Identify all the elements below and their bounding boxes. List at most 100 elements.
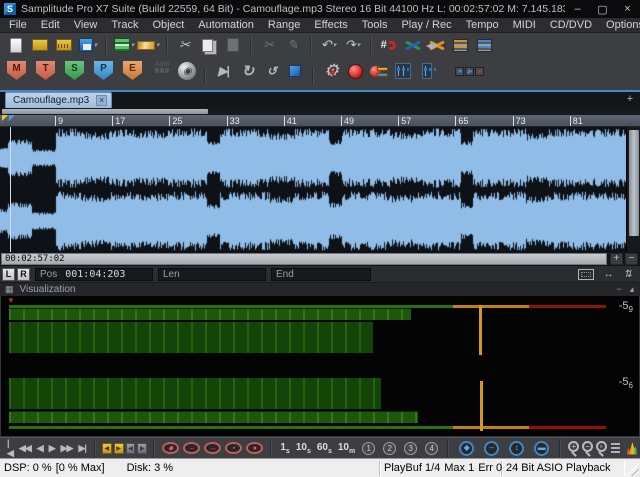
cut-button[interactable]: ✂ xyxy=(174,35,196,55)
copy-button[interactable] xyxy=(198,35,220,55)
snap-toggle-button[interactable]: # xyxy=(378,35,400,55)
vertical-scrollbar[interactable] xyxy=(626,127,640,252)
record-button[interactable] xyxy=(344,61,366,81)
tab-camouflage[interactable]: Camouflage.mp3 × xyxy=(5,92,112,108)
panel-collapse-icon[interactable]: ▴ xyxy=(629,284,634,295)
menu-item-tools[interactable]: Tools xyxy=(355,18,395,32)
vertical-zoom-3-button[interactable]: ↕ xyxy=(509,441,524,456)
fit-to-screen-icon[interactable] xyxy=(578,269,594,280)
tab-close-icon[interactable]: × xyxy=(96,95,107,106)
object-mode-button[interactable]: ▾ xyxy=(137,35,160,55)
rewind-button[interactable]: ◀◀ xyxy=(19,443,31,454)
zoom-snapshot-1-button[interactable]: 1 xyxy=(362,442,375,455)
view-mode-5-button[interactable]: ● xyxy=(246,442,263,454)
track-manager-button[interactable]: ▾ xyxy=(113,35,135,55)
view-mode-2-button[interactable]: – xyxy=(183,442,200,454)
menu-item-view[interactable]: View xyxy=(67,18,105,32)
menu-item-edit[interactable]: Edit xyxy=(34,18,67,32)
zoom-list-button[interactable] xyxy=(611,443,619,454)
menu-item-options[interactable]: Options xyxy=(599,18,640,32)
save-dropdown-icon[interactable]: ▾ xyxy=(94,41,98,49)
record-options-button[interactable]: ⚙ xyxy=(320,61,342,81)
redo-button[interactable]: ↷▾ xyxy=(342,35,364,55)
redo-dropdown-icon[interactable]: ▾ xyxy=(357,41,361,49)
new-project-button[interactable] xyxy=(5,35,27,55)
go-start-button[interactable]: |◀ xyxy=(7,438,13,459)
load-audio-button[interactable] xyxy=(53,35,75,55)
menu-item-file[interactable]: File xyxy=(2,18,34,32)
prev-object-button[interactable]: ◀ xyxy=(126,443,136,454)
zoom-preset-60s-button[interactable]: 60s xyxy=(317,442,332,455)
vertical-zoom-4-button[interactable]: ▬ xyxy=(534,441,549,456)
step-back-button[interactable]: ◀ xyxy=(37,443,43,454)
vertical-scrollbar-thumb[interactable] xyxy=(629,130,639,236)
open-project-button[interactable] xyxy=(29,35,51,55)
add-tab-button[interactable]: + xyxy=(624,93,636,105)
horizontal-fit-icon[interactable]: ↔ xyxy=(604,269,614,280)
object-editor-button[interactable] xyxy=(284,61,306,81)
prev-marker-button[interactable]: ◀ xyxy=(102,443,112,454)
draw-button[interactable]: ✎ xyxy=(282,35,304,55)
right-locator-button[interactable]: R xyxy=(17,268,30,281)
horizontal-scrollbar[interactable]: 00:02:57:02 + − xyxy=(0,252,640,266)
maximize-button[interactable]: ▢ xyxy=(590,0,615,18)
zoom-snapshot-4-button[interactable]: 4 xyxy=(425,442,438,455)
play-once-button[interactable]: ▶| xyxy=(212,61,234,81)
menu-item-effects[interactable]: Effects xyxy=(307,18,354,32)
fast-forward-button[interactable]: ▶▶ xyxy=(61,443,73,454)
length-field[interactable]: Len xyxy=(158,268,266,281)
next-marker-button[interactable]: ▶ xyxy=(114,443,124,454)
automation-button[interactable]: Auto xyxy=(155,61,169,73)
object-dropdown-icon[interactable]: ▾ xyxy=(156,41,160,49)
view-mode-1-button[interactable]: ◆ xyxy=(162,442,179,454)
mini-play-button[interactable]: ▶ xyxy=(465,67,474,76)
zoom-preset-1s-button[interactable]: 1s xyxy=(280,442,289,455)
meter-filter-icon[interactable]: ▼ xyxy=(7,296,15,305)
overview-scrollbar[interactable] xyxy=(0,108,640,115)
undo-dropdown-icon[interactable]: ▾ xyxy=(333,41,337,49)
zoom-preset-10s-button[interactable]: 10s xyxy=(296,442,311,455)
track-dropdown-icon[interactable]: ▾ xyxy=(131,41,135,49)
loop-playback-button[interactable]: ↻ xyxy=(236,61,258,81)
zoom-snapshot-2-button[interactable]: 2 xyxy=(383,442,396,455)
menu-item-midi[interactable]: MIDI xyxy=(506,18,543,32)
menu-item-tempo[interactable]: Tempo xyxy=(459,18,506,32)
left-locator-button[interactable]: L xyxy=(2,268,15,281)
vertical-fit-icon[interactable]: ⇅ xyxy=(624,269,632,280)
arranger-wave-area[interactable] xyxy=(0,127,640,252)
overview-thumb[interactable] xyxy=(2,109,208,114)
waveform-zoom-out-button[interactable]: − xyxy=(582,440,592,456)
horizontal-scrollbar-thumb[interactable]: 00:02:57:02 xyxy=(1,253,607,265)
play-badge-button[interactable]: P xyxy=(94,61,113,80)
resize-grip[interactable] xyxy=(626,463,639,476)
position-field[interactable]: Pos 001:04:203 xyxy=(35,268,153,281)
paste-button[interactable] xyxy=(222,35,244,55)
menu-item-range[interactable]: Range xyxy=(261,18,307,32)
vertical-zoom-2-button[interactable]: – xyxy=(484,441,499,456)
track-badge-button[interactable]: T xyxy=(36,61,55,80)
mini-record-button[interactable]: ● xyxy=(475,67,484,76)
step-forward-button[interactable]: ▶ xyxy=(49,443,55,454)
crossfade-editor-button[interactable] xyxy=(402,35,424,55)
view-mode-3-button[interactable]: ↔ xyxy=(204,442,221,454)
mini-stop-button[interactable]: ■ xyxy=(455,67,464,76)
view-mode-4-button[interactable]: ▪ xyxy=(225,442,242,454)
mixer-button[interactable] xyxy=(392,61,414,81)
panel-minimize-icon[interactable]: − xyxy=(616,284,621,295)
zoom-preset-10m-button[interactable]: 10m xyxy=(338,442,355,455)
solo-badge-button[interactable]: S xyxy=(65,61,84,80)
group-button[interactable]: ◉ xyxy=(176,61,198,81)
time-ruler[interactable]: 9172533414957657381 xyxy=(0,115,640,127)
spectral-view-button[interactable] xyxy=(627,442,637,455)
loop-range-button[interactable]: ↺ xyxy=(260,61,282,81)
waveform-zoom-range-button[interactable]: ▫ xyxy=(596,440,606,456)
marker-flag-yellow-icon[interactable] xyxy=(2,115,8,121)
visualization-header[interactable]: ▦ Visualization − ▴ xyxy=(0,283,640,296)
waveform-canvas[interactable] xyxy=(0,127,626,252)
take-composer-button[interactable] xyxy=(474,35,496,55)
zoom-in-button[interactable]: + xyxy=(610,253,623,265)
menu-item-cd-dvd[interactable]: CD/DVD xyxy=(543,18,599,32)
zoom-snapshot-3-button[interactable]: 3 xyxy=(404,442,417,455)
auto-crossfade-button[interactable]: ◀▶ xyxy=(426,35,448,55)
undo-button[interactable]: ↶▾ xyxy=(318,35,340,55)
